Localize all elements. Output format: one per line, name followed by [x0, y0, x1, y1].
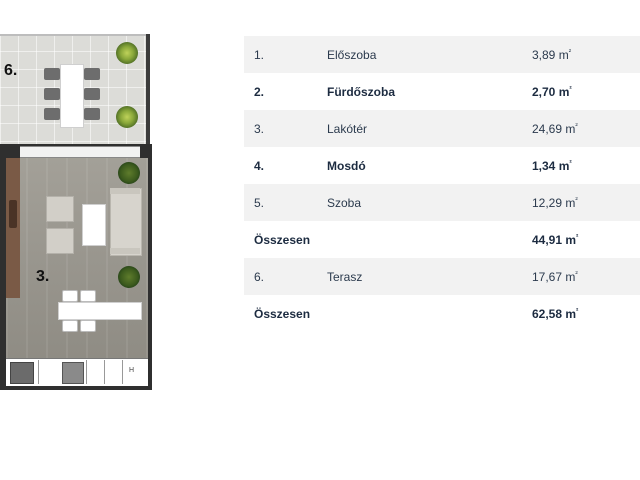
table-row: 2. Fürdőszoba 2,70 m² — [244, 73, 640, 110]
terrace-edge — [0, 34, 150, 36]
appliance-label: H — [129, 367, 135, 374]
table-row: 6. Terasz 17,67 m² — [244, 258, 640, 295]
sink-icon — [62, 362, 84, 384]
table-row: 4. Mosdó 1,34 m² — [244, 147, 640, 184]
stool — [80, 290, 96, 302]
room-number: 1. — [254, 48, 265, 62]
room-number: 3. — [254, 122, 265, 136]
room-number: 2. — [254, 85, 265, 99]
counter-divider — [104, 360, 105, 384]
terrace-chair — [44, 88, 60, 100]
room-area: 12,29 m² — [532, 196, 578, 210]
wall-cabinet — [6, 158, 20, 298]
armchair — [46, 228, 74, 254]
plant-icon — [118, 162, 140, 184]
coffee-table — [82, 204, 106, 246]
room-area: 2,70 m² — [532, 85, 572, 99]
plant-icon — [116, 106, 138, 128]
room-area: 17,67 m² — [532, 270, 578, 284]
room-name: Fürdőszoba — [327, 85, 395, 99]
wall — [0, 386, 152, 390]
kitchen-table — [58, 302, 142, 320]
hob-icon — [10, 362, 34, 384]
floor-plan: 6. 3. H — [0, 0, 152, 392]
terrace-chair — [84, 108, 100, 120]
room-name: Lakótér — [327, 122, 368, 136]
sofa-arm — [110, 188, 140, 194]
counter-divider — [86, 360, 87, 384]
plant-icon — [116, 42, 138, 64]
terrace-chair — [84, 88, 100, 100]
counter-divider — [122, 360, 123, 384]
room-label-terrace: 6. — [4, 62, 18, 79]
window — [20, 146, 140, 158]
room-name: Terasz — [327, 270, 363, 284]
terrace-table — [60, 64, 84, 128]
area-table: 1. Előszoba 3,89 m² 2. Fürdőszoba 2,70 m… — [244, 36, 640, 332]
terrace-railing — [146, 34, 150, 144]
room-area: 24,69 m² — [532, 122, 578, 136]
room-name: Mosdó — [327, 159, 366, 173]
cabinet-handle — [9, 200, 17, 228]
table-row-total: Összesen 44,91 m² — [244, 221, 640, 258]
table-row-total: Összesen 62,58 m² — [244, 295, 640, 332]
room-name: Előszoba — [327, 48, 377, 62]
room-name: Szoba — [327, 196, 362, 210]
room-area: 1,34 m² — [532, 159, 572, 173]
total-label: Összesen — [254, 233, 311, 247]
total-label: Összesen — [254, 307, 311, 321]
plant-icon — [118, 266, 140, 288]
stool — [62, 290, 78, 302]
stool — [80, 320, 96, 332]
table-row: 5. Szoba 12,29 m² — [244, 184, 640, 221]
total-area: 44,91 m² — [532, 233, 579, 247]
stool — [62, 320, 78, 332]
counter-divider — [38, 360, 39, 384]
terrace-chair — [84, 68, 100, 80]
room-number: 6. — [254, 270, 265, 284]
room-number: 5. — [254, 196, 265, 210]
sofa — [110, 188, 142, 256]
table-row: 1. Előszoba 3,89 m² — [244, 36, 640, 73]
total-area: 62,58 m² — [532, 307, 579, 321]
sofa-arm — [110, 248, 140, 254]
room-area: 3,89 m² — [532, 48, 572, 62]
table-row: 3. Lakótér 24,69 m² — [244, 110, 640, 147]
room-label-living: 3. — [36, 268, 50, 285]
terrace-chair — [44, 108, 60, 120]
wall — [148, 144, 152, 390]
armchair — [46, 196, 74, 222]
terrace-chair — [44, 68, 60, 80]
room-number: 4. — [254, 159, 265, 173]
